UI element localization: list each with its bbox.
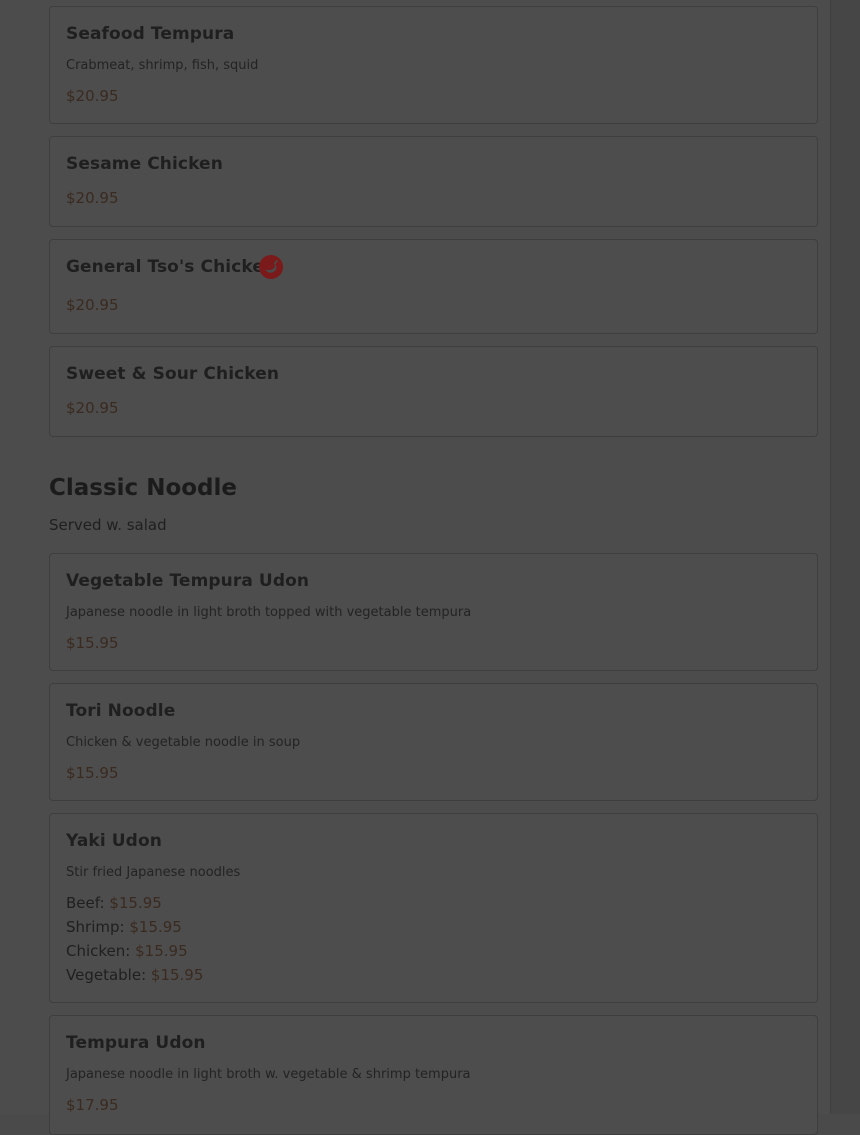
menu-item-name: Sesame Chicken	[66, 154, 223, 174]
price-option-beef: Beef: $15.95	[66, 894, 162, 912]
menu-item-price: $15.95	[66, 764, 119, 782]
price-option-shrimp: Shrimp: $15.95	[66, 918, 182, 936]
price-option-value: $15.95	[129, 918, 182, 936]
menu-item-description: Japanese noodle in light broth topped wi…	[66, 605, 472, 620]
menu-item-price: $15.95	[66, 634, 119, 652]
menu-item-card[interactable]: Yaki Udon Stir fried Japanese noodles Be…	[49, 813, 818, 1003]
menu-item-price: $20.95	[66, 296, 119, 314]
section-subtitle: Served w. salad	[49, 516, 167, 534]
section-title: Classic Noodle	[49, 475, 237, 501]
menu-item-description: Chicken & vegetable noodle in soup	[66, 735, 301, 750]
menu-item-card[interactable]: Tempura Udon Japanese noodle in light br…	[49, 1015, 818, 1135]
menu-item-description: Stir fried Japanese noodles	[66, 865, 241, 880]
price-option-vegetable: Vegetable: $15.95	[66, 966, 203, 984]
menu-item-name: Vegetable Tempura Udon	[66, 571, 310, 591]
price-option-label: Beef:	[66, 894, 105, 912]
menu-item-name: Yaki Udon	[66, 831, 162, 851]
price-option-chicken: Chicken: $15.95	[66, 942, 188, 960]
menu-item-name: General Tso's Chicken	[66, 257, 277, 277]
menu-item-price: $20.95	[66, 399, 119, 417]
menu-item-name: Sweet & Sour Chicken	[66, 364, 280, 384]
menu-item-card[interactable]: Vegetable Tempura Udon Japanese noodle i…	[49, 553, 818, 671]
menu-item-name: Tempura Udon	[66, 1033, 206, 1053]
menu-item-name: Tori Noodle	[66, 701, 176, 721]
menu-item-card[interactable]: General Tso's Chicken $20.95	[49, 239, 818, 334]
price-option-label: Vegetable:	[66, 966, 147, 984]
menu-item-price: $20.95	[66, 87, 119, 105]
chili-pepper-icon	[259, 255, 283, 279]
price-option-value: $15.95	[135, 942, 188, 960]
menu-item-card[interactable]: Sweet & Sour Chicken $20.95	[49, 346, 818, 437]
menu-item-price: $20.95	[66, 189, 119, 207]
menu-content: Seafood Tempura Crabmeat, shrimp, fish, …	[0, 0, 830, 1135]
price-option-value: $15.95	[109, 894, 162, 912]
menu-item-card[interactable]: Tori Noodle Chicken & vegetable noodle i…	[49, 683, 818, 801]
menu-item-name: Seafood Tempura	[66, 24, 235, 44]
menu-item-description: Crabmeat, shrimp, fish, squid	[66, 58, 259, 73]
menu-item-card[interactable]: Seafood Tempura Crabmeat, shrimp, fish, …	[49, 6, 818, 124]
price-option-value: $15.95	[150, 966, 204, 984]
menu-item-description: Japanese noodle in light broth w. vegeta…	[66, 1067, 471, 1082]
price-option-label: Chicken:	[66, 942, 131, 960]
menu-item-price: $17.95	[66, 1096, 119, 1114]
price-option-label: Shrimp:	[66, 918, 125, 936]
menu-item-card[interactable]: Sesame Chicken $20.95	[49, 136, 818, 227]
page-side-gutter	[830, 0, 860, 1114]
